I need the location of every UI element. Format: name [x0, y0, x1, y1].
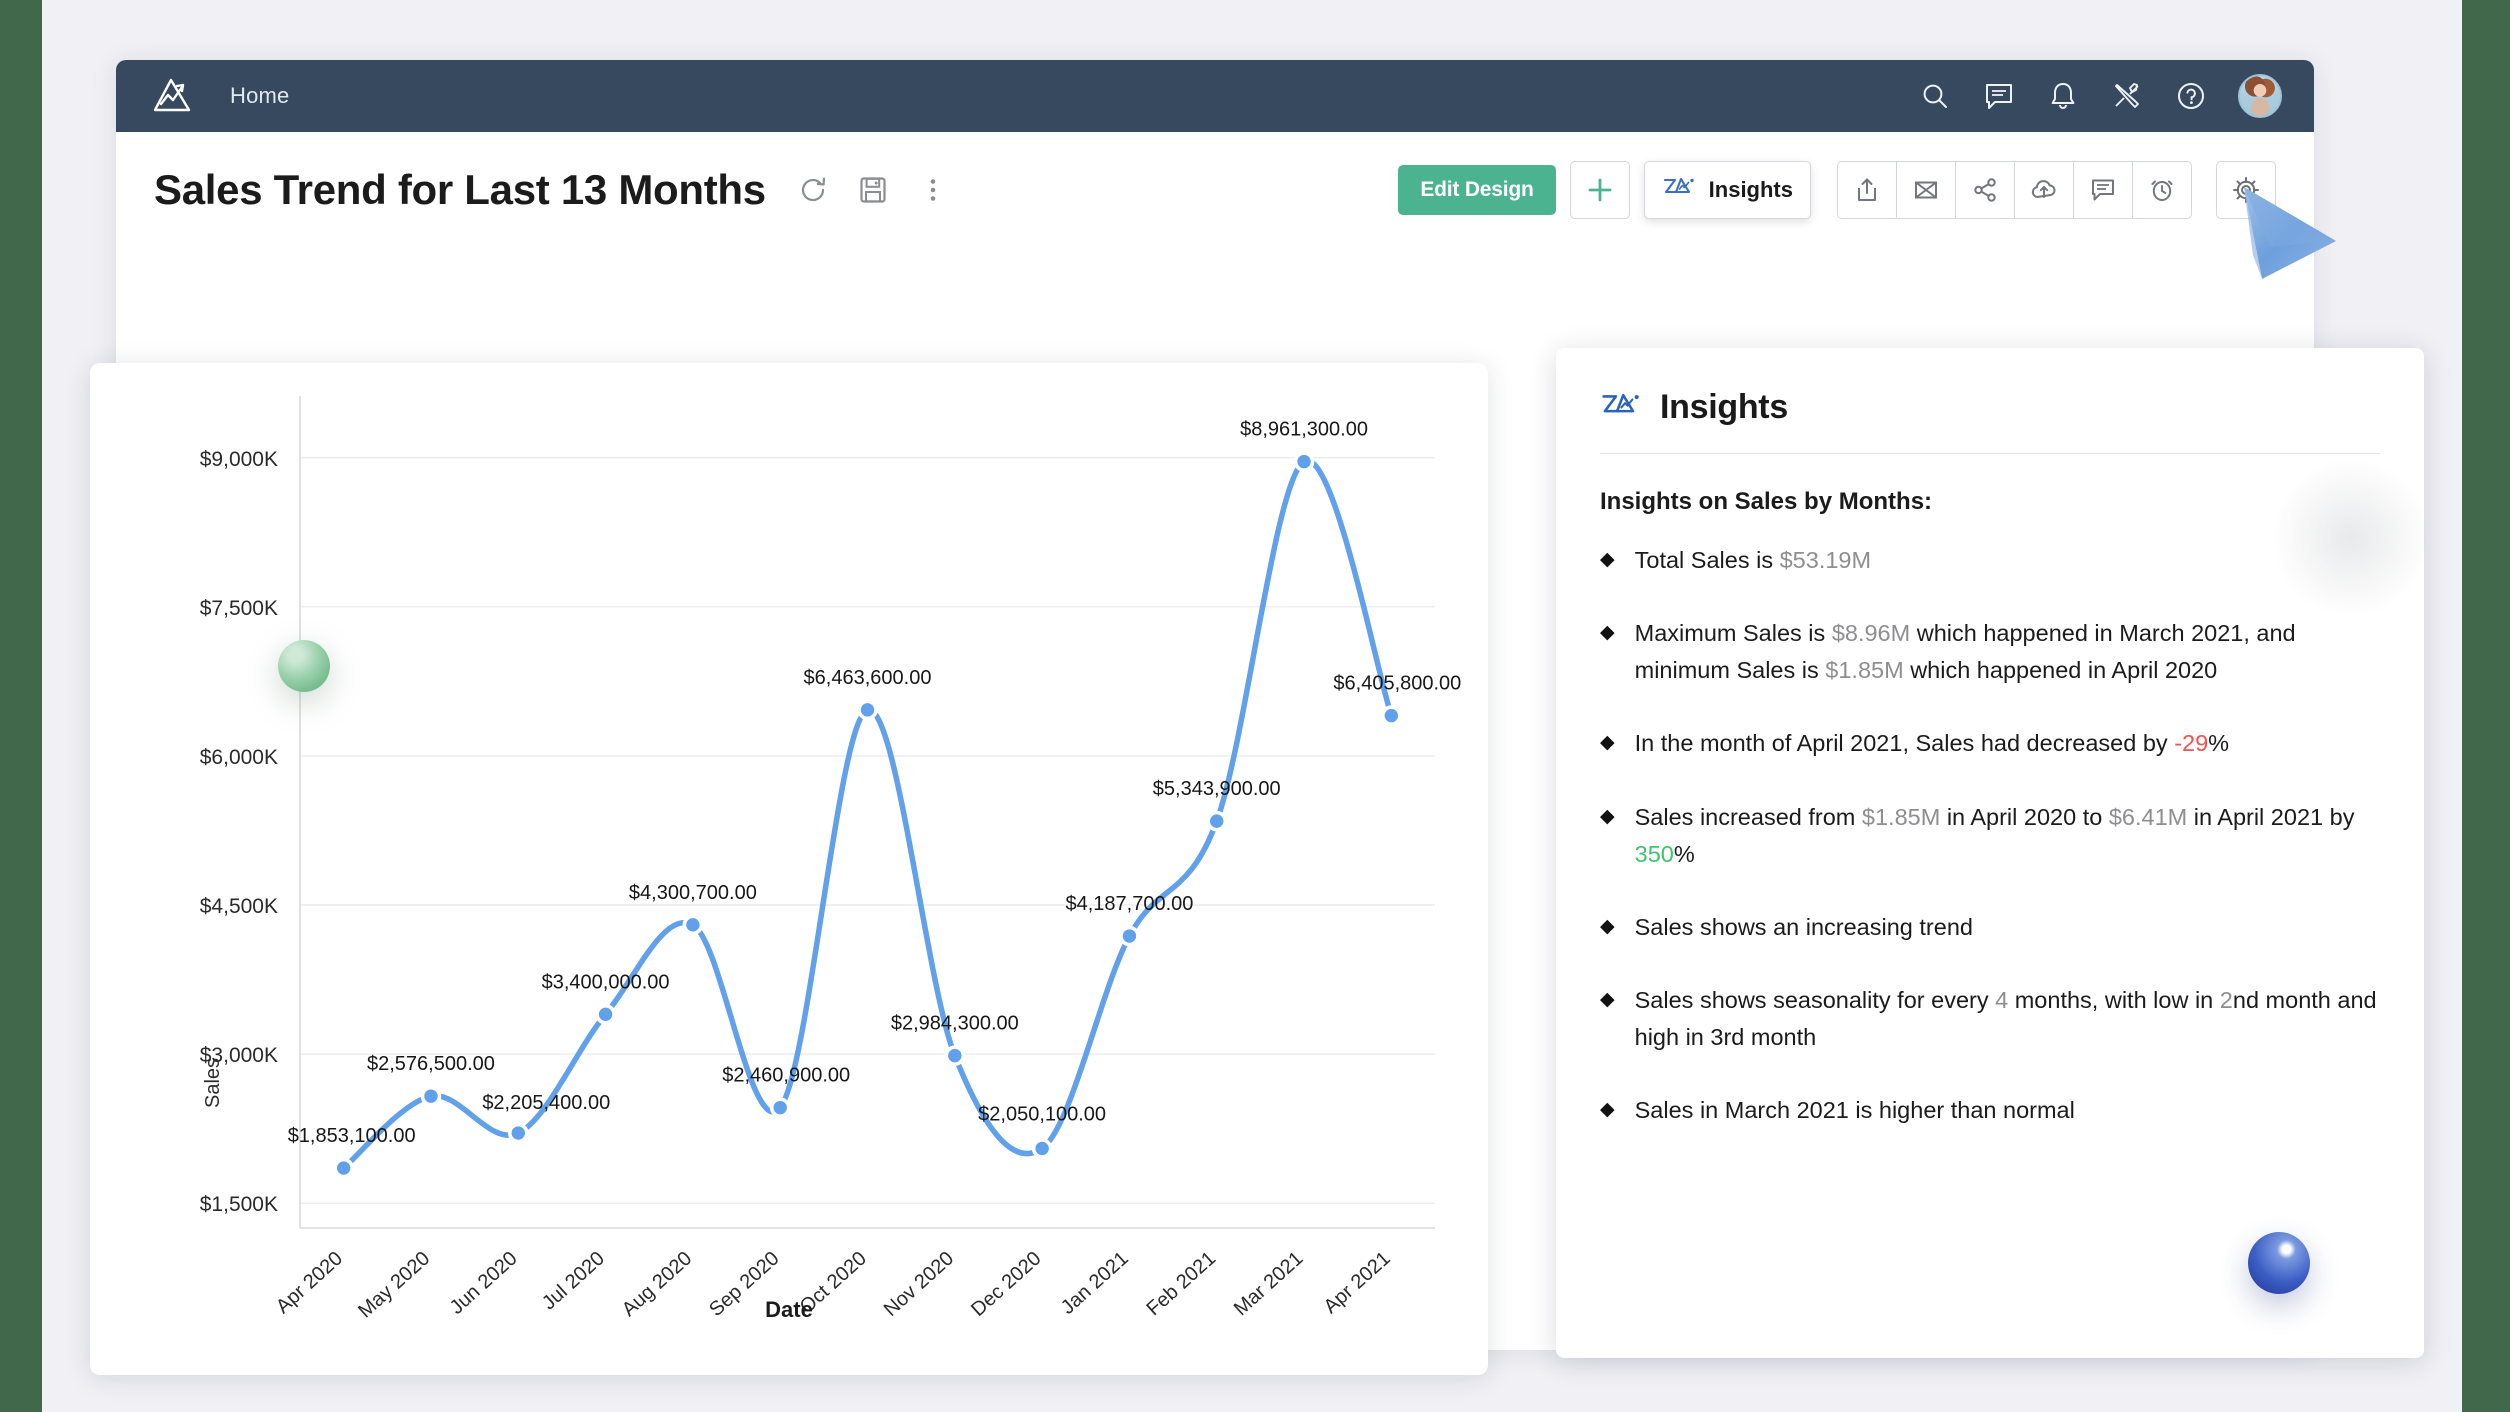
save-icon[interactable] [856, 173, 890, 207]
svg-text:$4,187,700.00: $4,187,700.00 [1065, 893, 1193, 915]
svg-text:$4,300,700.00: $4,300,700.00 [629, 882, 757, 904]
share-icon[interactable] [1955, 161, 2015, 219]
insight-item: ◆ Maximum Sales is $8.96M which happened … [1600, 615, 2380, 689]
top-navbar: Home [116, 60, 2314, 132]
diamond-bullet-icon: ◆ [1600, 622, 1615, 644]
decorative-left-rail [0, 0, 42, 1412]
search-icon[interactable] [1918, 79, 1952, 113]
insights-panel-title: Insights [1660, 388, 1788, 426]
insight-text: Sales shows an increasing trend [1634, 913, 1973, 940]
avatar[interactable] [2238, 74, 2282, 118]
insights-button[interactable]: Insights [1643, 161, 1811, 219]
insight-text: Maximum Sales is $8.96M which happened i… [1634, 620, 2296, 684]
svg-text:$2,460,900.00: $2,460,900.00 [722, 1065, 850, 1087]
svg-text:$2,576,500.00: $2,576,500.00 [367, 1053, 495, 1075]
line-chart[interactable]: $1,500K$3,000K$4,500K$6,000K$7,500K$9,00… [90, 363, 1488, 1375]
decorative-blue-sphere [2248, 1232, 2310, 1294]
diamond-bullet-icon: ◆ [1600, 915, 1615, 937]
svg-text:$8,961,300.00: $8,961,300.00 [1240, 419, 1368, 441]
dashboard-header: Sales Trend for Last 13 Months Edit Desi… [116, 132, 2314, 248]
svg-text:$3,400,000.00: $3,400,000.00 [542, 971, 670, 993]
decorative-green-sphere [190, 630, 380, 740]
insights-panel-header: Insights [1600, 388, 2380, 427]
svg-text:$9,000K: $9,000K [200, 448, 278, 471]
dashboard-toolbar: Edit Design Insights [1398, 161, 2276, 219]
insight-item: ◆ Sales shows an increasing trend [1600, 909, 2380, 946]
bell-icon[interactable] [2046, 79, 2080, 113]
sales-trend-chart-card: $1,500K $3,000K $4,500K $6,000K $7,500K $9,00… [90, 363, 1488, 1375]
nav-home-link[interactable]: Home [230, 83, 290, 109]
comment-icon[interactable] [2073, 161, 2133, 219]
export-icon[interactable] [1837, 161, 1897, 219]
alarm-icon[interactable] [2132, 161, 2192, 219]
email-icon[interactable] [1896, 161, 1956, 219]
insight-item: ◆ In the month of April 2021, Sales had … [1600, 725, 2380, 762]
y-axis-title: Sales [202, 1057, 224, 1108]
page-title: Sales Trend for Last 13 Months [154, 166, 766, 213]
diamond-bullet-icon: ◆ [1600, 732, 1615, 754]
insights-list: ◆ Total Sales is $53.19M ◆ Maximum Sales is… [1600, 542, 2380, 1129]
help-icon[interactable] [2174, 79, 2208, 113]
divider [1600, 453, 2380, 454]
insight-text: In the month of April 2021, Sales had de… [1634, 730, 2230, 757]
insight-item: ◆ Total Sales is $53.19M [1600, 542, 2380, 579]
chat-icon[interactable] [1982, 79, 2016, 113]
decorative-blur [2266, 453, 2436, 623]
zia-logo-icon [1600, 389, 1644, 426]
settings-icon[interactable] [2216, 161, 2276, 219]
toolbar-icon-group [1837, 161, 2192, 219]
insight-item: ◆ Sales increased from $1.85M in April 20… [1600, 799, 2380, 873]
svg-text:$6,463,600.00: $6,463,600.00 [804, 667, 932, 689]
insight-text: Sales increased from $1.85M in April 202… [1634, 803, 2355, 867]
app-window: Home Sales Trend for Last 13 Months Edit… [90, 60, 2436, 1375]
diamond-bullet-icon: ◆ [1600, 805, 1615, 827]
diamond-bullet-icon: ◆ [1600, 1099, 1615, 1121]
title-actions [796, 173, 950, 207]
svg-text:$4,500K: $4,500K [200, 895, 278, 918]
insight-item: ◆ Sales in March 2021 is higher than norm… [1600, 1092, 2380, 1129]
more-vertical-icon[interactable] [916, 173, 950, 207]
dashboard-content: $1,500K $3,000K $4,500K $6,000K $7,500K $9,00… [90, 248, 2436, 1375]
diamond-bullet-icon: ◆ [1600, 549, 1615, 570]
svg-text:$1,500K: $1,500K [200, 1193, 278, 1216]
diamond-bullet-icon: ◆ [1600, 988, 1615, 1010]
svg-text:$1,853,100.00: $1,853,100.00 [288, 1125, 416, 1147]
tools-icon[interactable] [2110, 79, 2144, 113]
svg-text:$6,000K: $6,000K [200, 746, 278, 769]
svg-text:$6,405,800.00: $6,405,800.00 [1333, 673, 1461, 695]
insight-text: Sales shows seasonality for every 4 mont… [1634, 986, 2377, 1050]
svg-text:$2,050,100.00: $2,050,100.00 [978, 1103, 1106, 1125]
refresh-icon[interactable] [796, 173, 830, 207]
insight-text: Sales in March 2021 is higher than norma… [1634, 1097, 2075, 1124]
svg-text:$5,343,900.00: $5,343,900.00 [1153, 778, 1281, 800]
insights-subtitle: Insights on Sales by Months: [1600, 488, 1933, 515]
edit-design-button[interactable]: Edit Design [1398, 165, 1556, 215]
x-axis-title: Date [765, 1297, 813, 1322]
zoho-analytics-logo-icon[interactable] [150, 75, 196, 117]
svg-text:$7,500K: $7,500K [200, 597, 278, 620]
chart-plot-area: $1,500K $3,000K $4,500K $6,000K $7,500K $9,00… [90, 363, 1488, 1375]
insights-button-label: Insights [1708, 177, 1793, 202]
add-button[interactable] [1569, 161, 1630, 219]
decorative-right-rail [2462, 0, 2510, 1412]
svg-text:$2,205,400.00: $2,205,400.00 [482, 1092, 610, 1114]
navbar-actions [1918, 74, 2292, 118]
insight-item: ◆ Sales shows seasonality for every 4 mon… [1600, 982, 2380, 1056]
svg-text:$2,984,300.00: $2,984,300.00 [891, 1013, 1019, 1035]
zia-logo-icon [1662, 174, 1698, 206]
insight-text: Total Sales is $53.19M [1634, 547, 1872, 573]
publish-icon[interactable] [2014, 161, 2074, 219]
